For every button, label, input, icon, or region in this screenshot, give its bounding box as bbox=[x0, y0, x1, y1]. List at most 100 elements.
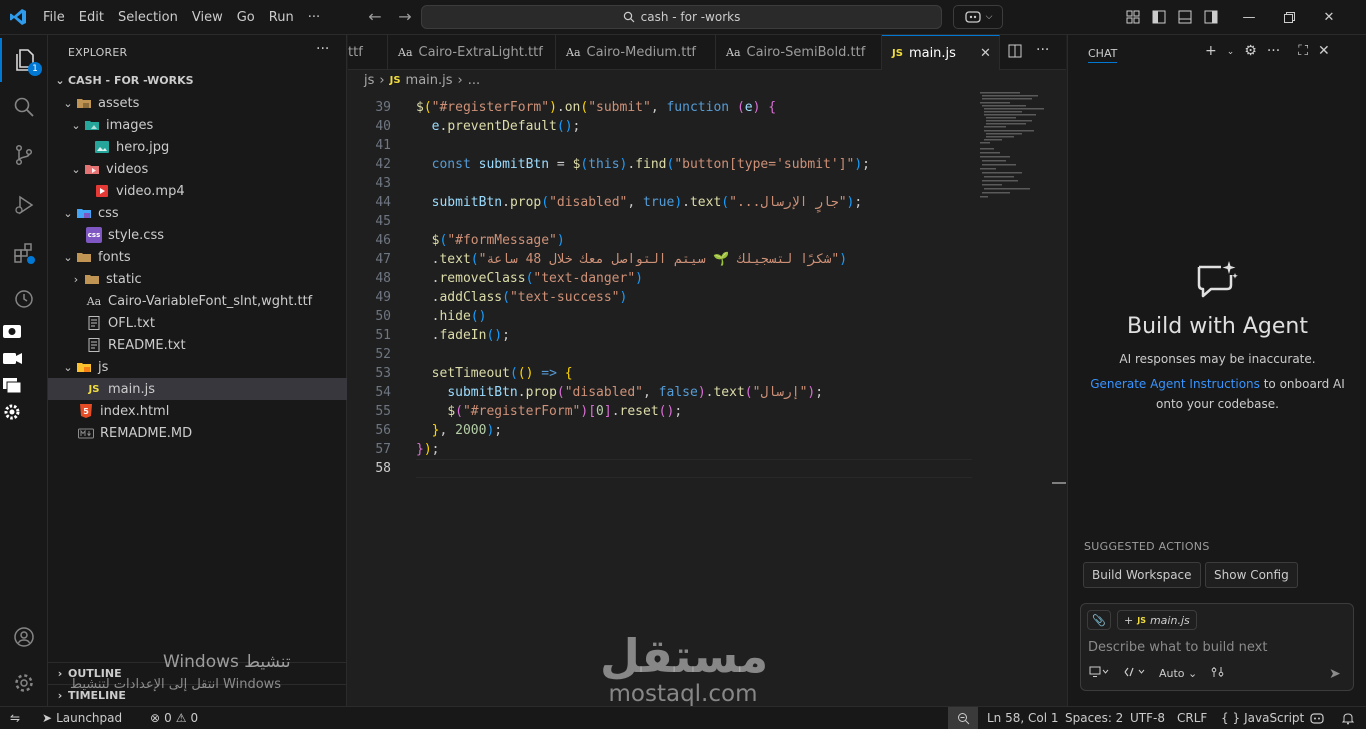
model-picker[interactable]: Auto ⌄ bbox=[1159, 667, 1197, 680]
breadcrumb-file[interactable]: main.js bbox=[406, 73, 453, 88]
editor-scrollbar-marker[interactable] bbox=[1052, 482, 1066, 484]
copilot-status-icon[interactable] bbox=[1310, 707, 1324, 729]
indentation[interactable]: Spaces: 2 bbox=[1065, 707, 1123, 729]
activity-extensions[interactable] bbox=[0, 231, 48, 275]
chevron-right-icon: › bbox=[57, 667, 63, 680]
zoom-icon[interactable] bbox=[948, 707, 978, 729]
tree-file-style[interactable]: css style.css bbox=[48, 224, 347, 246]
tree-folder-videos[interactable]: ⌄ videos bbox=[48, 158, 347, 180]
tab-cairo-semibold[interactable]: Aa Cairo-SemiBold.ttf bbox=[716, 35, 882, 70]
error-count: 0 bbox=[164, 711, 172, 725]
send-icon[interactable]: ➤ bbox=[1329, 666, 1341, 682]
code-token: () bbox=[486, 328, 503, 343]
font-file-icon: Aa bbox=[86, 294, 102, 308]
minimap[interactable] bbox=[978, 90, 1048, 210]
notifications-icon[interactable] bbox=[1342, 707, 1354, 729]
code-token: ( bbox=[509, 366, 518, 381]
chat-input-box[interactable]: 📎 + JS main.js Describe what to build ne… bbox=[1080, 603, 1354, 691]
tree-file-readme[interactable]: README.txt bbox=[48, 334, 347, 356]
tree-file-video[interactable]: video.mp4 bbox=[48, 180, 347, 202]
menu-go[interactable]: Go bbox=[230, 0, 262, 35]
tree-file-ofl[interactable]: OFL.txt bbox=[48, 312, 347, 334]
toggle-secondary-sidebar-icon[interactable] bbox=[1202, 7, 1220, 27]
code-token: } bbox=[416, 442, 424, 457]
context-file-chip[interactable]: + JS main.js bbox=[1117, 610, 1197, 630]
close-window-icon[interactable]: ✕ bbox=[1320, 7, 1338, 27]
gear-icon[interactable]: ⚙ bbox=[1244, 43, 1257, 61]
close-tab-icon[interactable]: ✕ bbox=[980, 46, 991, 61]
generate-instructions-link[interactable]: Generate Agent Instructions bbox=[1090, 377, 1260, 391]
minimize-icon[interactable]: — bbox=[1240, 7, 1258, 27]
tree-label: main.js bbox=[108, 381, 155, 397]
tab-cairo-medium[interactable]: Aa Cairo-Medium.ttf bbox=[556, 35, 716, 70]
menu-more[interactable]: ··· bbox=[301, 0, 327, 35]
tree-folder-fonts[interactable]: ⌄ fonts bbox=[48, 246, 347, 268]
tab-ttf-partial[interactable]: ttf bbox=[348, 35, 388, 70]
more-actions-icon[interactable]: ··· bbox=[1036, 43, 1049, 62]
more-actions-icon[interactable]: ··· bbox=[1267, 43, 1280, 61]
tree-file-main-js[interactable]: JS main.js bbox=[48, 378, 347, 400]
tree-folder-css[interactable]: ⌄ css bbox=[48, 202, 347, 224]
customize-layout-icon[interactable] bbox=[1124, 7, 1142, 27]
code-token: ) bbox=[674, 195, 683, 210]
command-center-search[interactable]: cash - for -works bbox=[421, 5, 942, 29]
workspace-root[interactable]: ⌄ CASH - FOR -WORKS bbox=[48, 69, 347, 91]
tab-cairo-extralight[interactable]: Aa Cairo-ExtraLight.ttf bbox=[388, 35, 556, 70]
launchpad-label: Launchpad bbox=[56, 711, 123, 725]
activity-run-debug[interactable] bbox=[0, 183, 48, 227]
chat-input-placeholder[interactable]: Describe what to build next bbox=[1088, 640, 1267, 655]
activity-source-control[interactable] bbox=[0, 133, 48, 177]
tree-file-hero[interactable]: hero.jpg bbox=[48, 136, 347, 158]
cursor-position[interactable]: Ln 58, Col 1 bbox=[987, 707, 1059, 729]
tree-folder-assets[interactable]: ⌄ assets bbox=[48, 92, 347, 114]
show-config-button[interactable]: Show Config bbox=[1205, 562, 1298, 588]
activity-search[interactable] bbox=[0, 85, 48, 129]
back-arrow-icon[interactable]: ← bbox=[364, 7, 386, 29]
tree-file-index[interactable]: 5 index.html bbox=[48, 400, 347, 422]
tab-main-js[interactable]: JS main.js ✕ bbox=[882, 35, 1000, 70]
explorer-badge: 1 bbox=[28, 62, 42, 76]
tree-folder-images[interactable]: ⌄ images bbox=[48, 114, 347, 136]
new-chat-icon[interactable]: + bbox=[1205, 43, 1217, 61]
chevron-down-icon[interactable]: ⌄ bbox=[1227, 43, 1235, 61]
forward-arrow-icon[interactable]: → bbox=[394, 7, 416, 29]
remote-indicator[interactable]: ⇋ bbox=[10, 707, 20, 729]
tools-icon[interactable] bbox=[1211, 666, 1225, 681]
launchpad-button[interactable]: ➤ Launchpad bbox=[42, 707, 122, 729]
chat-title[interactable]: CHAT bbox=[1088, 47, 1118, 63]
language-mode[interactable]: { } JavaScript bbox=[1221, 707, 1304, 729]
menu-edit[interactable]: Edit bbox=[72, 0, 111, 35]
menu-view[interactable]: View bbox=[185, 0, 230, 35]
toggle-primary-sidebar-icon[interactable] bbox=[1150, 7, 1168, 27]
problems-indicator[interactable]: ⊗ 0 ⚠ 0 bbox=[150, 707, 198, 729]
close-panel-icon[interactable]: ✕ bbox=[1318, 43, 1330, 61]
breadcrumb-more[interactable]: ... bbox=[468, 73, 480, 88]
copilot-menu-button[interactable]: ⌵ bbox=[953, 5, 1003, 29]
breadcrumb-folder[interactable]: js bbox=[364, 73, 374, 88]
maximize-panel-icon[interactable]: ⛶ bbox=[1298, 43, 1308, 61]
activity-manage[interactable] bbox=[0, 661, 48, 705]
tree-folder-js[interactable]: ⌄ js bbox=[48, 356, 347, 378]
encoding[interactable]: UTF-8 bbox=[1130, 707, 1165, 729]
history-icon bbox=[15, 290, 33, 308]
code-token: ; bbox=[431, 442, 440, 457]
line-ending[interactable]: CRLF bbox=[1177, 707, 1207, 729]
menu-file[interactable]: File bbox=[36, 0, 72, 35]
toggle-panel-icon[interactable] bbox=[1176, 7, 1194, 27]
tree-file-remadme[interactable]: REMADME.MD bbox=[48, 422, 347, 444]
attach-icon[interactable]: 📎 bbox=[1087, 610, 1111, 630]
menu-run[interactable]: Run bbox=[262, 0, 301, 35]
chevron-down-icon: ⌄ bbox=[71, 118, 81, 132]
split-editor-icon[interactable] bbox=[1008, 44, 1022, 62]
tree-file-font[interactable]: Aa Cairo-VariableFont_slnt,wght.ttf bbox=[48, 290, 347, 312]
restore-icon[interactable] bbox=[1280, 7, 1298, 27]
menu-selection[interactable]: Selection bbox=[111, 0, 185, 35]
activity-explorer[interactable]: 1 bbox=[0, 38, 48, 82]
tree-folder-static[interactable]: › static bbox=[48, 268, 347, 290]
target-picker[interactable] bbox=[1089, 666, 1109, 681]
code-line: $("#registerForm").on("submit", function… bbox=[416, 100, 776, 115]
activity-accounts[interactable] bbox=[0, 615, 48, 659]
build-workspace-button[interactable]: Build Workspace bbox=[1083, 562, 1201, 588]
more-actions-icon[interactable]: ··· bbox=[316, 41, 329, 57]
agent-mode-picker[interactable] bbox=[1123, 666, 1145, 681]
